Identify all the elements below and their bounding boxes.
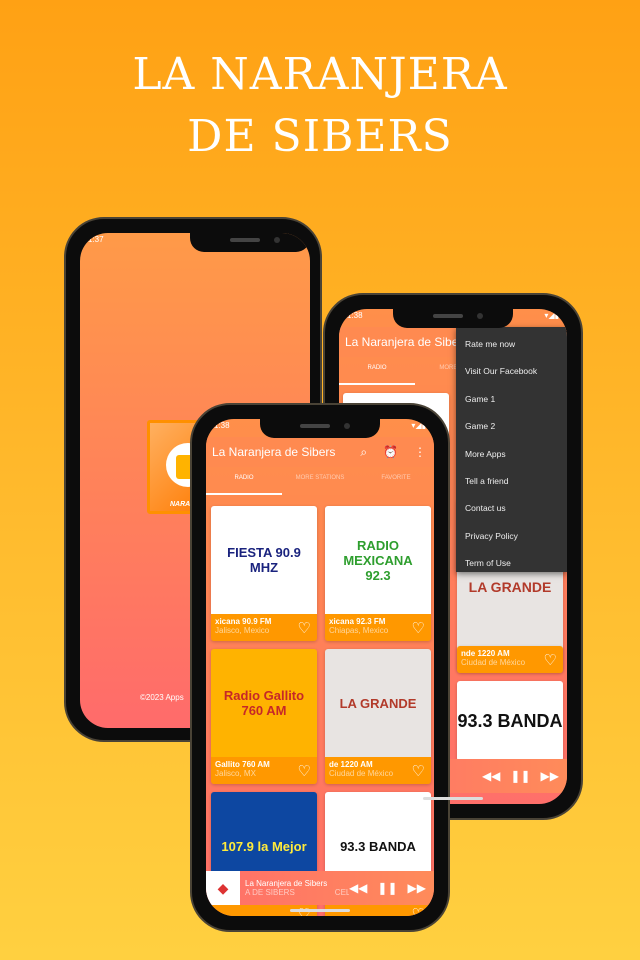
menu-item[interactable]: Visit Our Facebook — [456, 358, 567, 385]
station-thumbnail: ◆ — [206, 871, 240, 905]
favorite-heart-icon[interactable]: ♡ — [412, 762, 425, 780]
station-name: xicana 90.9 FM — [215, 617, 272, 626]
main-screen: 1:38 ▾◢▮ La Naranjera de Sibers ⌕ ⏰ ⋮ RADIO… — [206, 419, 434, 916]
menu-item[interactable]: Contact us — [456, 495, 567, 522]
rewind-icon[interactable]: ◀◀ — [482, 769, 500, 783]
favorite-heart-icon[interactable]: ♡ — [544, 651, 557, 669]
station-name: xicana 92.3 FM — [329, 617, 386, 626]
menu-item[interactable]: More Apps — [456, 441, 567, 468]
status-time: 1:37 — [88, 235, 104, 244]
station-name: Gallito 760 AM — [215, 760, 270, 769]
fast-forward-icon[interactable]: ▶▶ — [541, 769, 559, 783]
menu-item[interactable]: Rate me now — [456, 331, 567, 358]
tab-radio[interactable]: RADIO — [206, 467, 282, 495]
now-playing-title: La Naranjera de Sibers — [245, 879, 328, 888]
overflow-menu: Rate me now Visit Our Facebook Game 1 Game … — [456, 327, 567, 572]
station-location: Ciudad de México — [329, 769, 394, 778]
app-title: La Naranjera de Sibers — [212, 445, 336, 459]
station-location: Jalisco, MX — [215, 769, 256, 778]
station-card[interactable]: FIESTA 90.9 MHZ xicana 90.9 FM Jalisco, Me… — [211, 506, 317, 641]
pause-icon[interactable]: ❚❚ — [510, 769, 530, 783]
menu-item[interactable]: Term of Use — [456, 550, 567, 577]
headline-line-2: DE SIBERS — [187, 111, 453, 162]
copyright: ©2023 Apps — [140, 693, 184, 702]
alarm-icon[interactable]: ⏰ — [383, 445, 398, 460]
tab-radio[interactable]: RADIO — [339, 357, 415, 385]
favorite-heart-icon[interactable]: ♡ — [298, 619, 311, 637]
station-location: Chiapas, Mexico — [329, 626, 389, 635]
favorite-heart-icon[interactable]: ♡ — [412, 619, 425, 637]
menu-item[interactable]: Game 2 — [456, 413, 567, 440]
rewind-icon[interactable]: ◀◀ — [349, 881, 367, 895]
station-card[interactable]: 93.3 BANDA — [457, 681, 563, 761]
headline-line-1: LA NARANJERA — [132, 49, 508, 100]
headline: LA NARANJERA DE SIBERS — [0, 44, 640, 168]
app-title: La Naranjera de Sibers — [345, 335, 469, 349]
tab-favorite[interactable]: FAVORITE — [358, 467, 434, 495]
station-logo: Radio Gallito 760 AM — [211, 649, 317, 757]
tab-more-stations[interactable]: MORE STATIONS — [282, 467, 358, 495]
station-location: Jalisco, Mexico — [215, 626, 270, 635]
station-name: de 1220 AM — [329, 760, 373, 769]
phone-main: 1:38 ▾◢▮ La Naranjera de Sibers ⌕ ⏰ ⋮ RADIO… — [190, 403, 450, 932]
station-logo: FIESTA 90.9 MHZ — [211, 506, 317, 614]
menu-item[interactable]: Privacy Policy — [456, 523, 567, 550]
station-logo: RADIO MEXICANA 92.3 — [325, 506, 431, 614]
more-vert-icon[interactable]: ⋮ — [414, 445, 426, 460]
station-card[interactable]: Radio Gallito 760 AM Gallito 760 AM Jalisc… — [211, 649, 317, 784]
pause-icon[interactable]: ❚❚ — [377, 881, 397, 895]
fast-forward-icon[interactable]: ▶▶ — [408, 881, 426, 895]
station-card[interactable]: LA GRANDE de 1220 AM Ciudad de México ♡ — [325, 649, 431, 784]
search-icon[interactable]: ⌕ — [360, 445, 367, 460]
station-card[interactable]: RADIO MEXICANA 92.3 xicana 92.3 FM Chiapas… — [325, 506, 431, 641]
favorite-heart-icon[interactable]: ♡ — [298, 762, 311, 780]
station-logo: LA GRANDE — [325, 649, 431, 757]
favorite-heart-icon[interactable]: ♡ — [412, 905, 425, 916]
station-card[interactable]: nde 1220 AM Ciudad de México ♡ — [457, 646, 563, 673]
menu-item[interactable]: Game 1 — [456, 386, 567, 413]
mini-player[interactable]: ◆ La Naranjera de Sibers A DE SIBERS CEL … — [206, 871, 434, 905]
menu-item[interactable]: Tell a friend — [456, 468, 567, 495]
